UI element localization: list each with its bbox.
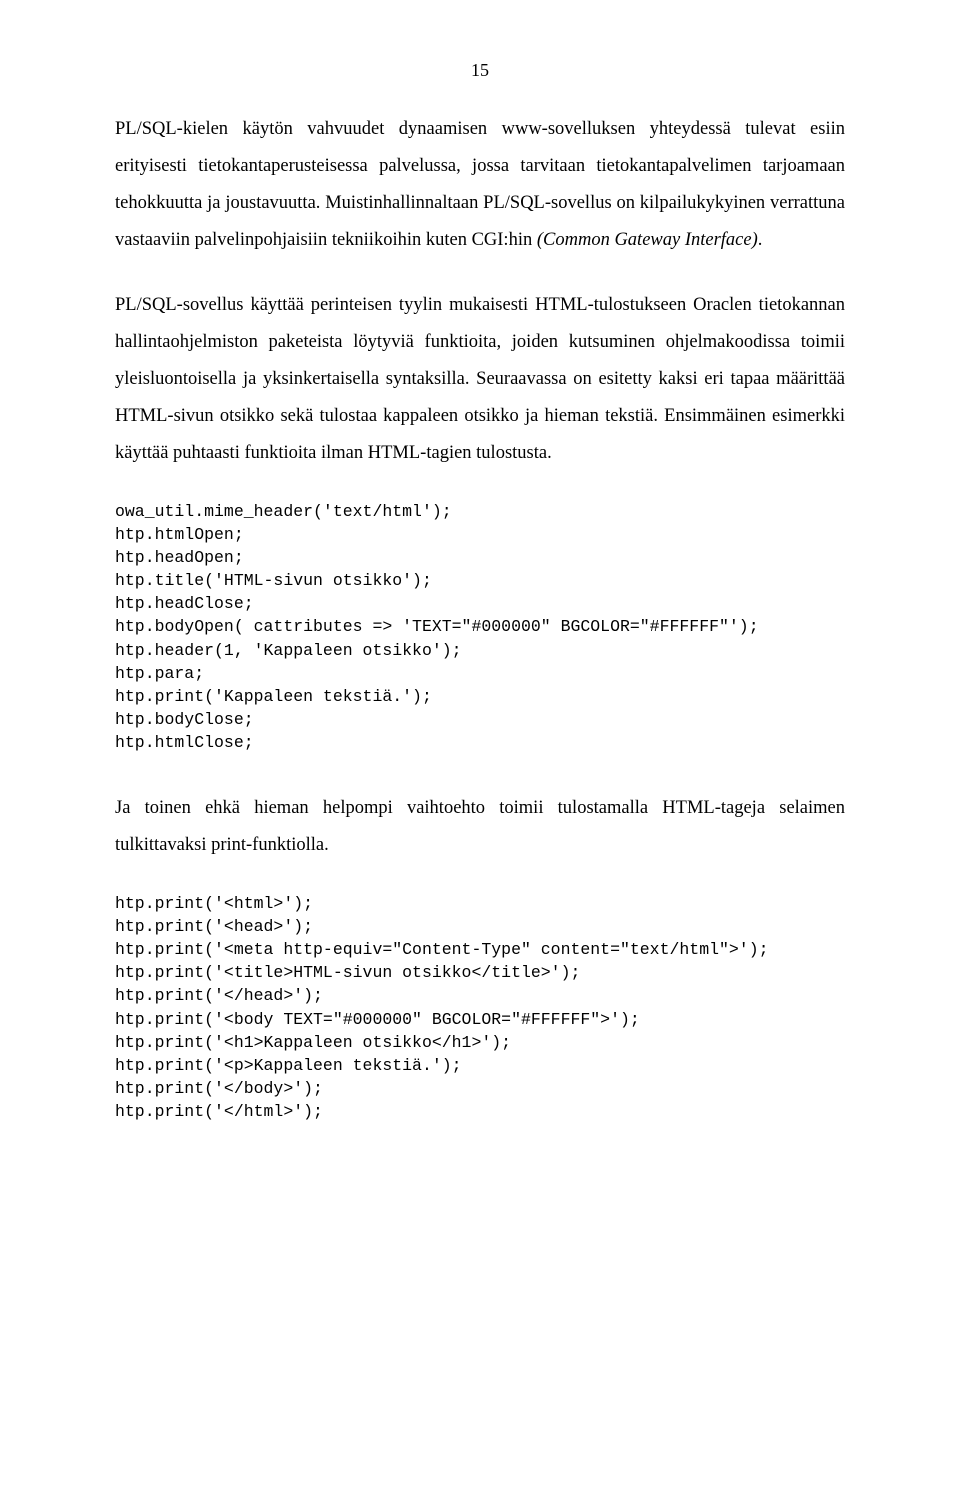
paragraph-2: PL/SQL-sovellus käyttää perinteisen tyyl…: [115, 287, 845, 472]
document-page: 15 PL/SQL-kielen käytön vahvuudet dynaam…: [0, 0, 960, 1507]
para1-italic: (Common Gateway Interface): [537, 230, 758, 250]
page-number: 15: [115, 60, 845, 81]
paragraph-3: Ja toinen ehkä hieman helpompi vaihtoeht…: [115, 790, 845, 864]
code-block-1: owa_util.mime_header('text/html'); htp.h…: [115, 500, 845, 754]
code-block-2: htp.print('<html>'); htp.print('<head>')…: [115, 892, 845, 1123]
para1-end: .: [758, 230, 763, 250]
paragraph-1: PL/SQL-kielen käytön vahvuudet dynaamise…: [115, 111, 845, 259]
